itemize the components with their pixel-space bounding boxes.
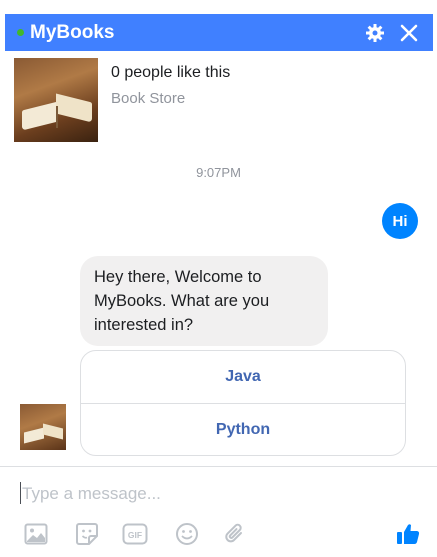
gif-icon[interactable]: GIF [121, 520, 149, 548]
chat-title[interactable]: MyBooks [30, 22, 355, 44]
page-likes: 0 people like this [111, 64, 231, 81]
svg-text:GIF: GIF [128, 530, 142, 540]
quick-reply-java[interactable]: Java [81, 351, 405, 403]
page-info: 0 people like this Book Store [14, 58, 414, 144]
emoji-icon[interactable] [173, 520, 201, 548]
quick-reply-python[interactable]: Python [81, 403, 405, 455]
sticker-icon[interactable] [73, 520, 101, 548]
composer-divider [0, 466, 437, 467]
attachment-icon[interactable] [221, 520, 249, 548]
text-cursor [20, 482, 21, 504]
received-message-bubble: Hey there, Welcome to MyBooks. What are … [80, 256, 328, 346]
image-icon[interactable] [22, 520, 50, 548]
online-status-dot [17, 29, 24, 36]
close-icon[interactable] [395, 19, 423, 47]
composer-toolbar: GIF [0, 512, 437, 552]
quick-replies: Java Python [80, 350, 406, 456]
chat-header: MyBooks [5, 14, 433, 51]
thumbs-up-icon[interactable] [394, 520, 422, 548]
avatar [20, 404, 66, 450]
gear-icon[interactable] [361, 19, 389, 47]
page-thumbnail-image[interactable] [14, 58, 98, 142]
message-timestamp: 9:07PM [196, 165, 241, 180]
message-input[interactable] [22, 480, 402, 508]
sent-message-bubble: Hi [382, 203, 418, 239]
page-category: Book Store [111, 90, 186, 107]
